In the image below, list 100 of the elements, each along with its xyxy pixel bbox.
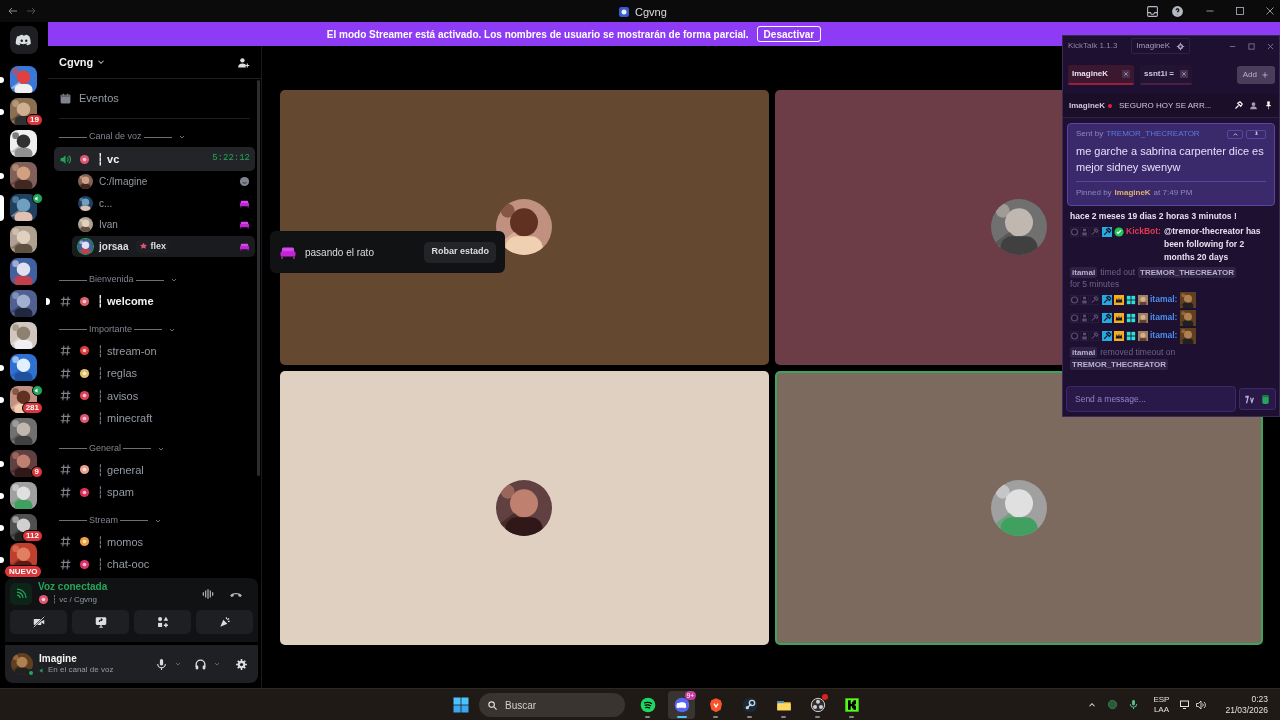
target-name: TREMOR_THECREATOR xyxy=(1138,267,1237,278)
help-icon[interactable] xyxy=(1171,4,1184,18)
add-button[interactable]: Add xyxy=(1236,66,1275,84)
close-icon xyxy=(1122,70,1130,78)
close-icon[interactable] xyxy=(1266,41,1275,51)
hash-icon xyxy=(59,463,72,477)
server-button[interactable]: 9 xyxy=(4,448,44,480)
server-button[interactable]: NUEVO xyxy=(4,541,44,579)
chat-username[interactable]: itamal: xyxy=(1150,311,1178,324)
record-icon xyxy=(809,697,826,713)
sent-by-label: Sent by xyxy=(1076,128,1104,140)
text-channel-item[interactable]: ┆ spam xyxy=(54,481,255,504)
user-name: Imagine xyxy=(39,654,78,664)
channel-name: ┆ minecraft xyxy=(97,411,153,427)
text-channel-item[interactable]: ┆ welcome xyxy=(54,290,255,313)
message-field[interactable]: Send a message... xyxy=(1066,386,1236,412)
clock-time[interactable]: 0:23 xyxy=(1251,693,1268,705)
chat-username[interactable]: itamal: xyxy=(1150,293,1178,306)
member-name: C:/Imagine xyxy=(99,175,148,190)
voice-channel-item[interactable]: ┆ vc 5:22:12 xyxy=(54,147,255,171)
lion-shield-icon xyxy=(707,697,724,713)
emote-picker-icon[interactable] xyxy=(1244,393,1255,405)
soundboard-button[interactable] xyxy=(196,610,253,634)
pin-icon[interactable] xyxy=(1264,101,1273,110)
member-name: c... xyxy=(99,196,113,211)
headphones-icon[interactable] xyxy=(194,657,207,671)
status-dot-icon[interactable] xyxy=(1107,699,1119,710)
category-label[interactable]: Canal de voz xyxy=(89,130,142,144)
clock-date[interactable]: 21/03/2026 xyxy=(1225,704,1268,716)
chat-tab[interactable]: ssnt1i = xyxy=(1140,65,1192,85)
emoji-picker-icon[interactable] xyxy=(1260,393,1271,405)
close-icon[interactable] xyxy=(1264,5,1276,17)
text-channel-item[interactable]: ┆ general xyxy=(54,458,255,481)
account-button[interactable]: ImagineK xyxy=(1131,38,1191,54)
inbox-icon[interactable] xyxy=(1146,4,1159,18)
chat-username[interactable]: KickBot: xyxy=(1126,225,1161,238)
input-language[interactable]: ESP xyxy=(1153,694,1170,705)
network-icon[interactable] xyxy=(1179,698,1192,711)
maximize-icon[interactable] xyxy=(1234,5,1246,17)
waveform-icon[interactable] xyxy=(201,586,215,601)
home-button[interactable] xyxy=(10,26,38,54)
voice-member[interactable]: c... xyxy=(72,192,255,214)
chat-message-text: @tremor-thecreator has been following for 2 months 20 days xyxy=(1163,225,1262,264)
text-channel-item[interactable]: ┆ stream-on xyxy=(54,339,255,362)
unpin-button[interactable] xyxy=(1246,129,1266,139)
moderator-name: itamal xyxy=(1070,347,1098,358)
grid-badge-icon xyxy=(1126,330,1136,341)
server-button[interactable]: 112 xyxy=(4,512,44,544)
settings-icon[interactable] xyxy=(235,657,248,671)
start-icon[interactable] xyxy=(452,696,470,714)
grid-badge-icon xyxy=(1126,294,1136,305)
category-label[interactable]: General xyxy=(89,441,122,456)
events-item[interactable]: Eventos xyxy=(54,85,255,111)
voice-member[interactable]: jorsaa flex xyxy=(72,235,255,257)
camera-off-button[interactable] xyxy=(10,610,67,634)
tag-icon xyxy=(139,241,149,251)
avatar-badge-icon xyxy=(1138,330,1148,341)
tag-label: flex xyxy=(150,239,166,253)
server-button[interactable]: 19 xyxy=(4,96,44,128)
check-badge-icon xyxy=(1114,226,1124,237)
chat-username[interactable]: itamal: xyxy=(1150,329,1178,342)
emoji-icon xyxy=(38,594,49,605)
hash-icon xyxy=(59,557,72,571)
user-icon[interactable] xyxy=(1249,101,1258,110)
deactivate-button[interactable]: Desactivar xyxy=(756,26,822,42)
steal-status-button[interactable]: Robar estado xyxy=(424,241,496,263)
category-label[interactable]: Importante xyxy=(89,322,133,337)
microphone-icon[interactable] xyxy=(1128,699,1140,710)
search-field[interactable]: Buscar xyxy=(479,693,625,717)
channel-name: ┆ welcome xyxy=(97,294,154,310)
pinned-message-text: me garche a sabrina carpenter dice es mejor sidney swenyw xyxy=(1076,144,1265,175)
app-title: KickTalk 1.1.3 xyxy=(1068,40,1118,52)
voice-member[interactable]: C:/Imagine xyxy=(72,171,255,193)
add-user-icon[interactable] xyxy=(237,55,250,69)
avatar-badge-icon xyxy=(1138,294,1148,305)
voice-member[interactable]: Ivan xyxy=(72,214,255,236)
text-channel-item[interactable]: ┆ reglas xyxy=(54,362,255,385)
pinned-time: at 7:49 PM xyxy=(1153,187,1193,199)
text-channel-item[interactable]: ┆ avisos xyxy=(54,384,255,407)
smile-icon xyxy=(239,176,250,188)
message-input[interactable]: Send a message... xyxy=(1075,392,1235,406)
microphone-icon[interactable] xyxy=(155,657,168,671)
server-name[interactable]: Cgvng xyxy=(59,53,94,71)
activities-button[interactable] xyxy=(134,610,191,634)
text-channel-item[interactable]: ┆ minecraft xyxy=(54,407,255,430)
keyboard-layout[interactable]: LAA xyxy=(1153,704,1169,715)
hammer-badge-icon xyxy=(1102,226,1112,237)
text-channel-item[interactable]: ┆ momos xyxy=(54,530,255,553)
server-button[interactable]: 281 xyxy=(4,384,44,416)
volume-icon[interactable] xyxy=(1195,698,1208,711)
calendar-icon xyxy=(59,91,72,105)
channel-name: ┆ general xyxy=(97,462,144,478)
grid-badge-icon xyxy=(1126,312,1136,323)
category-label[interactable]: Bienvenida xyxy=(89,273,134,287)
chat-tab[interactable]: ImagineK xyxy=(1068,65,1134,85)
category-label[interactable]: Stream xyxy=(89,513,118,528)
screen-share-button[interactable] xyxy=(72,610,129,634)
text-channel-item[interactable]: ┆ chat-ooc xyxy=(54,553,255,576)
voice-channel-link[interactable]: ┆ vc / Cgvng xyxy=(52,595,97,604)
spotify-icon xyxy=(639,697,656,713)
